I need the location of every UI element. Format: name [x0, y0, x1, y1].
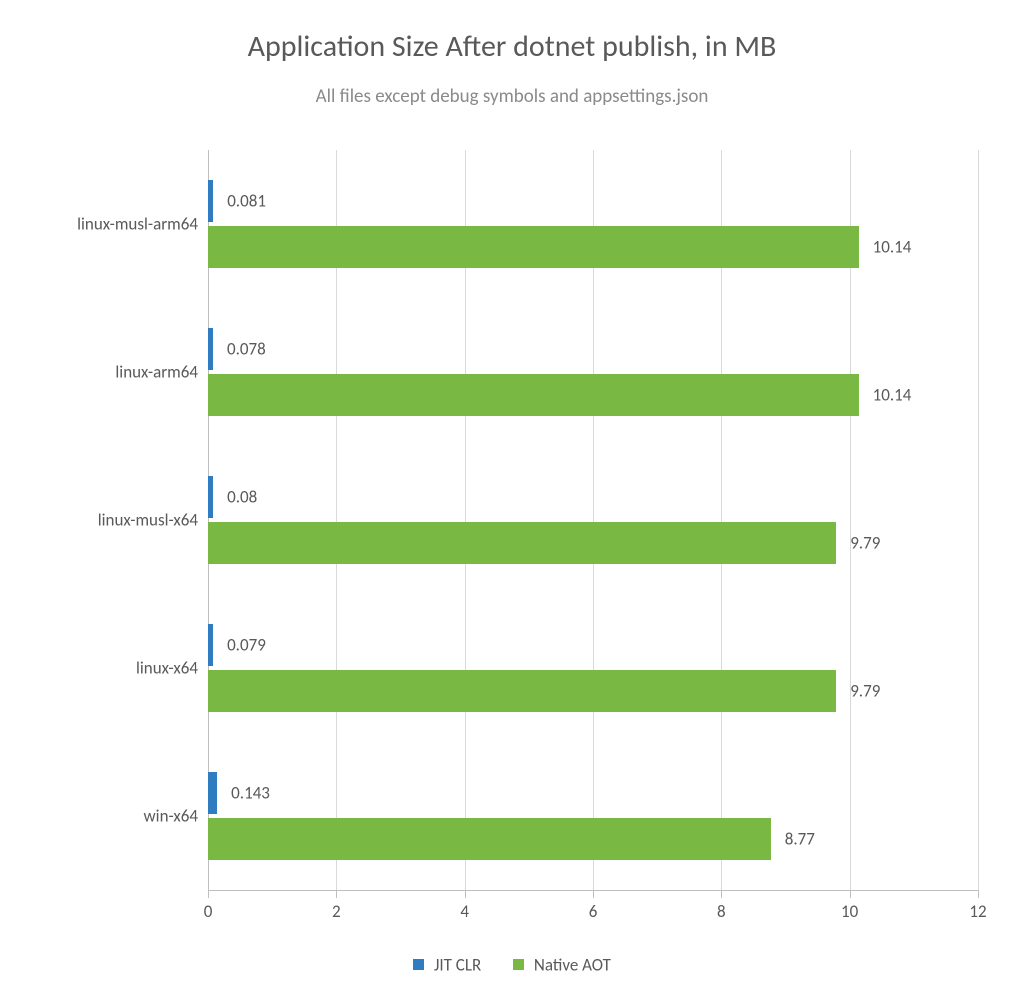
x-tick-label: 2 [332, 901, 341, 922]
bar-label-jit: 0.08 [227, 487, 257, 508]
legend-item-aot: Native AOT [513, 953, 611, 975]
x-tick-label: 8 [717, 901, 726, 922]
x-tick-label: 0 [204, 901, 213, 922]
legend-label-jit: JIT CLR [434, 954, 481, 975]
bar-label-jit: 0.143 [231, 783, 270, 804]
legend-swatch-jit [413, 959, 424, 970]
x-tick [850, 890, 851, 898]
legend-label-aot: Native AOT [534, 954, 611, 975]
y-tick-label: linux-arm64 [8, 362, 198, 383]
gridline [978, 150, 979, 890]
bar-jit [208, 328, 213, 370]
x-tick [465, 890, 466, 898]
x-tick [208, 890, 209, 898]
y-tick-label: linux-x64 [8, 658, 198, 679]
bar-aot [208, 522, 836, 564]
x-tick-label: 6 [589, 901, 598, 922]
bar-jit [208, 624, 213, 666]
bar-label-aot: 10.14 [873, 385, 912, 406]
legend-item-jit: JIT CLR [413, 953, 481, 975]
plot-area: 024681012linux-musl-arm640.08110.14linux… [208, 150, 978, 890]
bar-label-aot: 8.77 [785, 829, 815, 850]
x-tick-label: 4 [460, 901, 469, 922]
bar-label-aot: 10.14 [873, 237, 912, 258]
bar-label-jit: 0.079 [227, 635, 266, 656]
legend-swatch-aot [513, 959, 524, 970]
bar-jit [208, 476, 213, 518]
x-tick-label: 12 [969, 901, 986, 922]
legend: JIT CLR Native AOT [0, 953, 1024, 975]
bar-jit [208, 180, 213, 222]
bar-label-jit: 0.081 [227, 191, 266, 212]
chart-title: Application Size After dotnet publish, i… [0, 0, 1024, 65]
bar-label-jit: 0.078 [227, 339, 266, 360]
x-tick [721, 890, 722, 898]
bar-label-aot: 9.79 [850, 533, 880, 554]
x-tick [593, 890, 594, 898]
y-tick-label: win-x64 [8, 806, 198, 827]
x-tick [336, 890, 337, 898]
chart-container: Application Size After dotnet publish, i… [0, 0, 1024, 995]
bar-label-aot: 9.79 [850, 681, 880, 702]
y-tick-label: linux-musl-x64 [8, 510, 198, 531]
x-tick-label: 10 [841, 901, 858, 922]
bar-jit [208, 772, 217, 814]
chart-subtitle: All files except debug symbols and appse… [0, 85, 1024, 108]
bar-aot [208, 670, 836, 712]
bar-aot [208, 374, 859, 416]
bar-aot [208, 226, 859, 268]
y-tick-label: linux-musl-arm64 [8, 214, 198, 235]
x-tick [978, 890, 979, 898]
bar-aot [208, 818, 771, 860]
